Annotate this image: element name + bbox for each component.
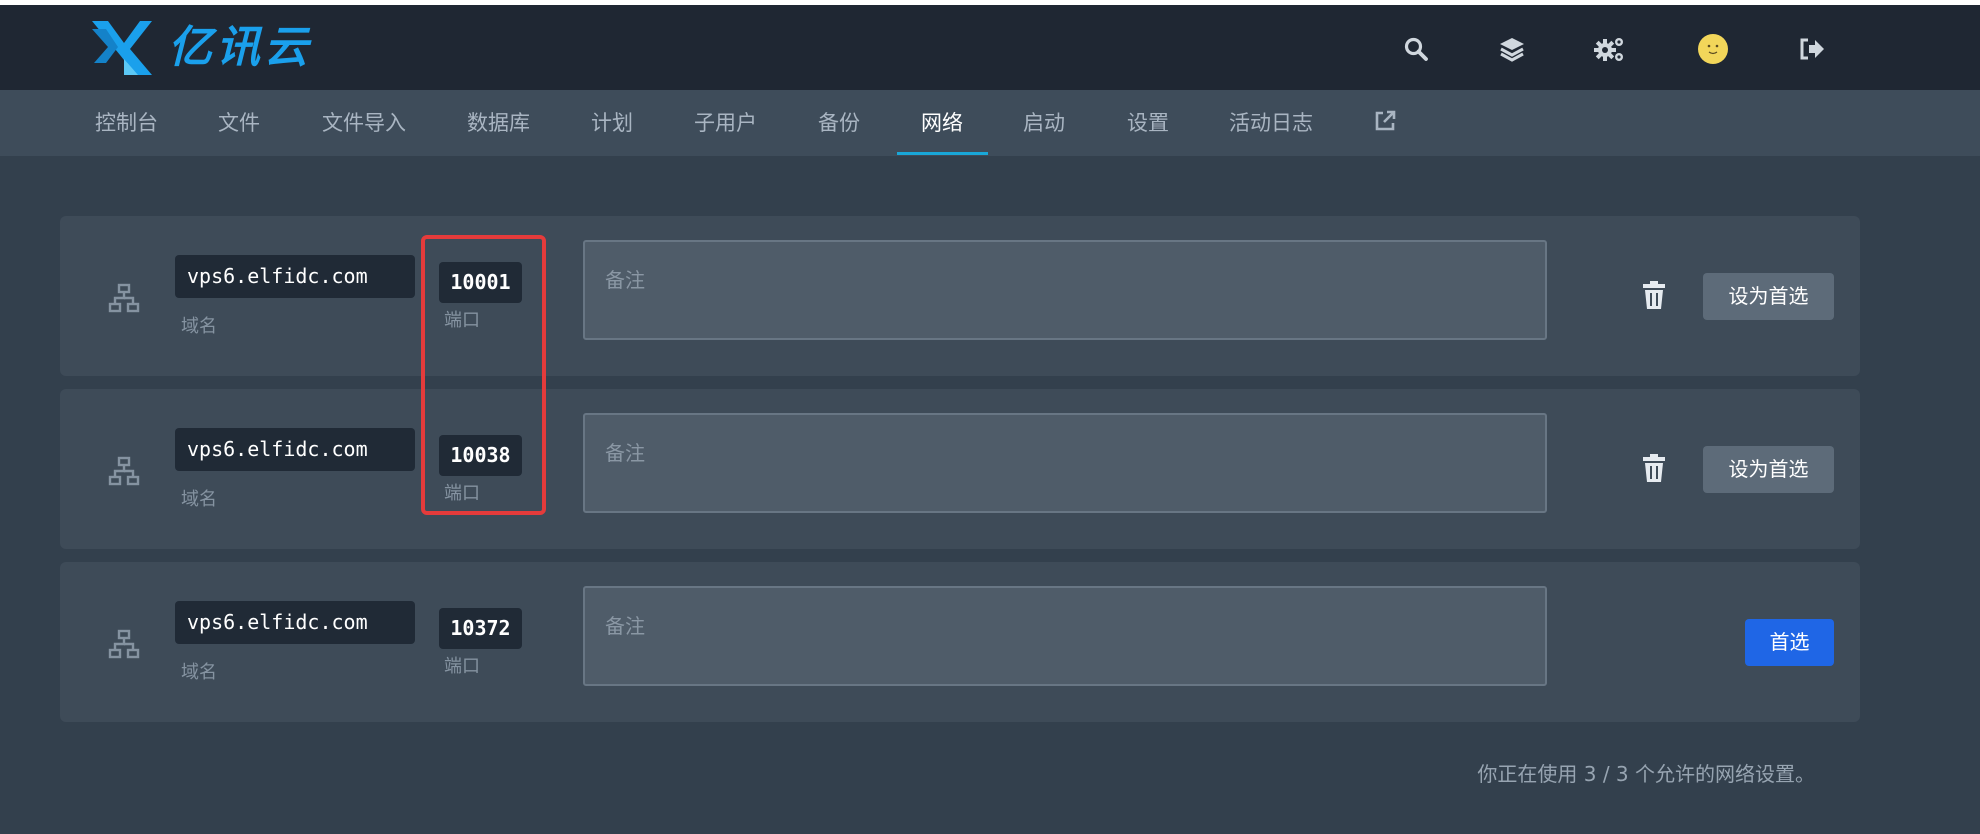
layers-icon — [1500, 38, 1524, 62]
avatar-icon — [1698, 34, 1728, 64]
trash-icon[interactable] — [1640, 280, 1668, 310]
domain-label: 域名 — [181, 489, 217, 510]
port-label: 端口 — [444, 656, 480, 677]
nav-item-file-import[interactable]: 文件导入 — [322, 90, 406, 156]
top-header: 亿讯云 — [0, 5, 1980, 90]
network-icon — [108, 456, 140, 486]
domain-value[interactable]: vps6.elfidc.com — [175, 428, 415, 471]
make-primary-button[interactable]: 设为首选 — [1703, 446, 1834, 493]
nav-item-console[interactable]: 控制台 — [95, 90, 158, 156]
nav-item-backups[interactable]: 备份 — [818, 90, 860, 156]
nav-item-databases[interactable]: 数据库 — [467, 90, 530, 156]
active-tab-indicator — [897, 152, 988, 155]
network-icon — [108, 283, 140, 313]
external-link-icon — [1375, 110, 1396, 131]
allocation-row: vps6.elfidc.com 域名 10372 端口 备注 首选 — [60, 562, 1860, 722]
brand-logo[interactable]: 亿讯云 — [90, 17, 312, 79]
brand-name: 亿讯云 — [168, 22, 312, 73]
nav-item-files[interactable]: 文件 — [218, 90, 260, 156]
domain-label: 域名 — [181, 316, 217, 337]
allocation-row: vps6.elfidc.com 域名 10038 端口 备注 设为首选 — [60, 389, 1860, 549]
notes-input[interactable]: 备注 — [583, 240, 1547, 340]
trash-icon[interactable] — [1640, 453, 1668, 483]
domain-value[interactable]: vps6.elfidc.com — [175, 255, 415, 298]
port-label: 端口 — [444, 483, 480, 504]
port-value[interactable]: 10372 — [439, 608, 522, 649]
make-primary-button[interactable]: 设为首选 — [1703, 273, 1834, 320]
nav-item-schedules[interactable]: 计划 — [591, 90, 633, 156]
notes-input[interactable]: 备注 — [583, 413, 1547, 513]
admin-settings-button[interactable] — [1592, 31, 1628, 67]
primary-badge-button[interactable]: 首选 — [1745, 619, 1834, 666]
avatar[interactable] — [1695, 31, 1731, 67]
search-button[interactable] — [1398, 31, 1434, 67]
server-nav: 控制台 文件 文件导入 数据库 计划 子用户 备份 网络 启动 设置 活动日志 — [0, 90, 1980, 156]
domain-value[interactable]: vps6.elfidc.com — [175, 601, 415, 644]
network-icon — [108, 629, 140, 659]
servers-button[interactable] — [1494, 31, 1530, 67]
logout-icon — [1800, 38, 1824, 60]
nav-item-activity-log[interactable]: 活动日志 — [1229, 90, 1313, 156]
domain-label: 域名 — [181, 662, 217, 683]
logo-mark-icon — [92, 21, 152, 75]
notes-input[interactable]: 备注 — [583, 586, 1547, 686]
port-label: 端口 — [444, 310, 480, 331]
nav-item-subusers[interactable]: 子用户 — [694, 90, 757, 156]
allocation-row: vps6.elfidc.com 域名 10001 端口 备注 设为首选 — [60, 216, 1860, 376]
allocation-usage-text: 你正在使用 3 / 3 个允许的网络设置。 — [1477, 762, 1815, 786]
logout-button[interactable] — [1794, 31, 1830, 67]
settings-icon — [1594, 38, 1623, 61]
search-icon — [1404, 37, 1428, 61]
nav-item-external[interactable] — [1373, 109, 1397, 137]
port-value[interactable]: 10001 — [439, 262, 522, 303]
nav-item-network[interactable]: 网络 — [921, 90, 963, 156]
nav-item-startup[interactable]: 启动 — [1023, 90, 1065, 156]
port-value[interactable]: 10038 — [439, 435, 522, 476]
nav-item-settings[interactable]: 设置 — [1127, 90, 1169, 156]
